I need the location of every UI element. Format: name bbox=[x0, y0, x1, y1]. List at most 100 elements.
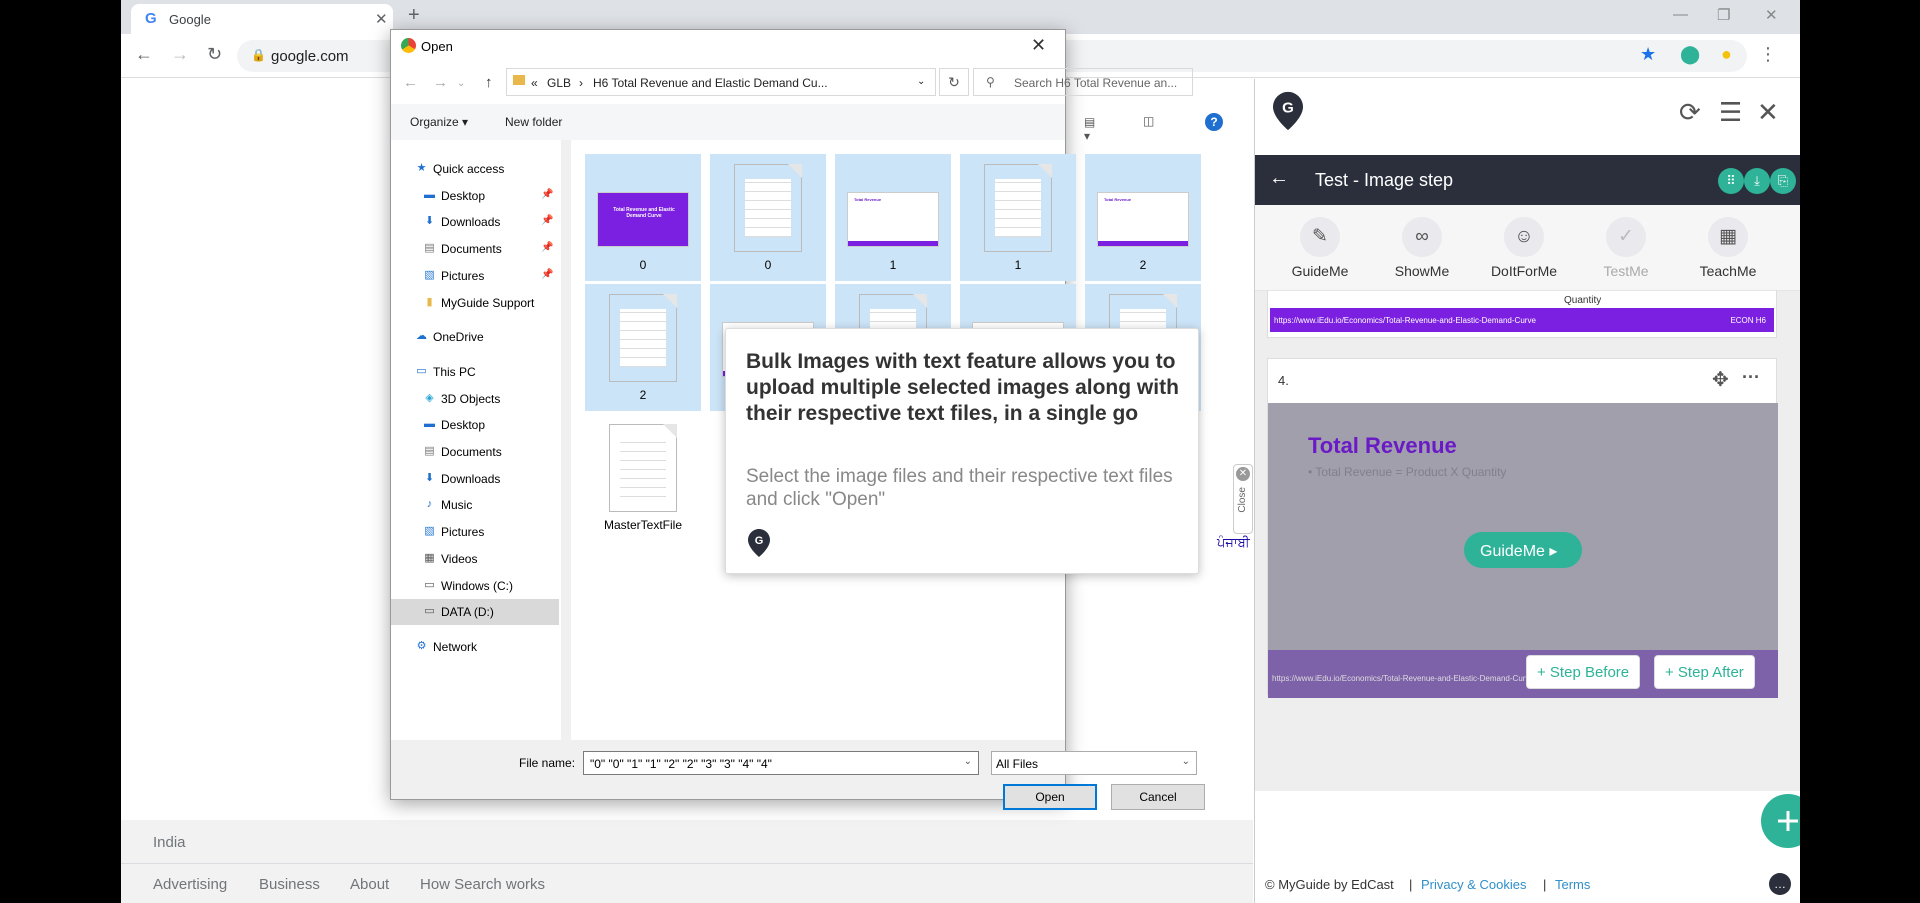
nav-item[interactable]: ★ Quick access bbox=[391, 156, 559, 182]
step-card-4[interactable]: 4. ✥ ··· Total Revenue • Total Revenue =… bbox=[1267, 358, 1778, 698]
chevron-down-icon[interactable]: ⌄ bbox=[917, 76, 925, 87]
browser-tab-google[interactable]: G Google ✕ bbox=[131, 4, 393, 34]
hamburger-menu-icon[interactable]: ☰ bbox=[1719, 97, 1742, 128]
move-icon[interactable]: ✥ bbox=[1712, 367, 1729, 392]
panel-close-icon[interactable]: ✕ bbox=[1757, 97, 1779, 128]
mode-guideme[interactable]: ✎ GuideMe bbox=[1275, 217, 1365, 279]
privacy-link[interactable]: Privacy & Cookies bbox=[1421, 877, 1526, 892]
mode-testme[interactable]: ✓ TestMe bbox=[1581, 217, 1671, 279]
more-options-icon[interactable]: ··· bbox=[1742, 367, 1760, 388]
window-close-icon[interactable]: ✕ bbox=[1765, 6, 1778, 24]
nav-item[interactable]: ▭ DATA (D:) bbox=[391, 599, 559, 626]
file-item[interactable]: Total Revenue 1 bbox=[835, 154, 951, 281]
up-arrow-icon[interactable]: ↑ bbox=[485, 74, 493, 91]
file-item[interactable]: MasterTextFile bbox=[585, 414, 701, 541]
cancel-button[interactable]: Cancel bbox=[1111, 784, 1205, 810]
footer-link-advertising[interactable]: Advertising bbox=[153, 876, 227, 893]
preview-pane-icon[interactable]: ◫ bbox=[1143, 114, 1154, 128]
nav-item[interactable]: ▧ Pictures bbox=[391, 519, 559, 545]
guideme-tooltip-button[interactable]: GuideMe ▸ bbox=[1464, 532, 1582, 568]
lock-icon: 🔒 bbox=[251, 48, 266, 62]
chevron-down-icon[interactable]: ⌄ bbox=[1182, 756, 1190, 767]
view-options-icon[interactable]: ▤ ▾ bbox=[1084, 115, 1095, 143]
nav-item[interactable]: ▮ MyGuide Support bbox=[391, 290, 559, 316]
recent-dropdown-icon[interactable]: ⌄ bbox=[457, 78, 465, 89]
footer-link-how-search-works[interactable]: How Search works bbox=[420, 876, 545, 893]
back-icon[interactable]: ← bbox=[1269, 167, 1289, 190]
close-circle-icon[interactable]: ✕ bbox=[1236, 467, 1250, 481]
mode-teachme[interactable]: ▦ TeachMe bbox=[1683, 217, 1773, 279]
terms-link[interactable]: Terms bbox=[1555, 877, 1590, 892]
nav-item[interactable]: ☁ OneDrive bbox=[391, 324, 559, 350]
menu-dots-icon[interactable]: ⋮ bbox=[1759, 44, 1777, 65]
back-icon[interactable]: ← bbox=[135, 44, 153, 65]
language-link[interactable]: ਪੰਜਾਬੀ bbox=[1217, 535, 1250, 551]
nav-item[interactable]: ⚙ Network bbox=[391, 634, 559, 660]
file-type-select[interactable]: All Files ⌄ bbox=[991, 751, 1197, 775]
pin-icon: 📌 bbox=[541, 188, 554, 200]
chrome-icon bbox=[401, 38, 416, 53]
myguide-extension-icon[interactable]: ⬤ bbox=[1680, 44, 1700, 65]
download-icon[interactable]: ⤓ bbox=[1744, 168, 1770, 194]
mode-label: ShowMe bbox=[1394, 263, 1450, 279]
dialog-close-icon[interactable]: ✕ bbox=[1031, 35, 1046, 56]
nav-item[interactable]: ▧ Pictures 📌 bbox=[391, 263, 559, 289]
search-input[interactable]: ⚲ Search H6 Total Revenue an... bbox=[973, 68, 1193, 96]
open-button[interactable]: Open bbox=[1003, 784, 1097, 810]
organize-button[interactable]: Organize ▾ bbox=[410, 115, 468, 129]
file-item[interactable]: 0 bbox=[710, 154, 826, 281]
nav-item[interactable]: ◈ 3D Objects bbox=[391, 386, 559, 412]
nav-item[interactable]: ▬ Desktop bbox=[391, 412, 559, 438]
export-icon[interactable]: ⎘ bbox=[1770, 168, 1796, 194]
mode-showme[interactable]: ∞ ShowMe bbox=[1377, 217, 1467, 279]
nav-item[interactable]: ♪ Music bbox=[391, 492, 559, 518]
nav-item[interactable]: ▤ Documents 📌 bbox=[391, 236, 559, 262]
nav-item-label: Desktop bbox=[441, 418, 486, 433]
close-side-tab[interactable]: ✕ Close bbox=[1233, 464, 1253, 534]
nav-item[interactable]: ▤ Documents bbox=[391, 439, 559, 465]
file-item[interactable]: 1 bbox=[960, 154, 1076, 281]
reload-icon[interactable]: ↻ bbox=[207, 44, 222, 65]
file-item[interactable]: Total Revenue 2 bbox=[1085, 154, 1201, 281]
breadcrumb-overflow[interactable]: « bbox=[531, 76, 538, 90]
nav-item[interactable]: ▦ Videos bbox=[391, 546, 559, 572]
forward-arrow-icon[interactable]: → bbox=[433, 74, 448, 91]
step-before-button[interactable]: + Step Before bbox=[1526, 655, 1641, 689]
chevron-down-icon[interactable]: ⌄ bbox=[964, 756, 972, 767]
chat-icon[interactable]: … bbox=[1769, 873, 1791, 895]
refresh-button[interactable]: ↻ bbox=[939, 68, 969, 96]
footer-link-about[interactable]: About bbox=[350, 876, 389, 893]
restore-icon[interactable]: ❐ bbox=[1717, 6, 1730, 24]
back-arrow-icon[interactable]: ← bbox=[403, 74, 418, 91]
grid-icon[interactable]: ⠿ bbox=[1718, 168, 1744, 194]
add-step-button[interactable] bbox=[1761, 794, 1800, 848]
file-name-input[interactable]: "0" "0" "1" "1" "2" "2" "3" "3" "4" "4" … bbox=[583, 751, 979, 775]
star-icon: ★ bbox=[416, 162, 427, 174]
folder-icon bbox=[513, 75, 525, 85]
bookmark-star-icon[interactable]: ★ bbox=[1640, 44, 1656, 65]
breadcrumb-glb[interactable]: GLB bbox=[547, 76, 571, 90]
file-item[interactable]: 2 bbox=[585, 284, 701, 411]
breadcrumb[interactable]: « GLB › H6 Total Revenue and Elastic Dem… bbox=[506, 68, 936, 96]
teach-icon: ▦ bbox=[1708, 217, 1748, 257]
new-folder-button[interactable]: New folder bbox=[505, 115, 562, 129]
sync-icon[interactable]: ⟳ bbox=[1679, 97, 1701, 128]
file-item[interactable]: Total Revenue and Elastic Demand Curve 0 bbox=[585, 154, 701, 281]
nav-item[interactable]: ▬ Desktop 📌 bbox=[391, 183, 559, 209]
nav-item[interactable]: ▭ Windows (C:) bbox=[391, 573, 559, 599]
breadcrumb-current[interactable]: H6 Total Revenue and Elastic Demand Cu..… bbox=[593, 76, 828, 90]
close-tab-icon[interactable]: ✕ bbox=[375, 10, 388, 28]
help-icon[interactable]: ? bbox=[1205, 113, 1223, 131]
new-tab-button[interactable]: + bbox=[408, 4, 420, 27]
breadcrumb-sep: › bbox=[579, 76, 583, 90]
profile-avatar-icon[interactable]: ● bbox=[1721, 44, 1732, 65]
mode-doitforme[interactable]: ☺ DoItForMe bbox=[1479, 217, 1569, 279]
footer-link-business[interactable]: Business bbox=[259, 876, 320, 893]
nav-item[interactable]: ▭ This PC bbox=[391, 359, 559, 385]
nav-item[interactable]: ⬇ Downloads 📌 bbox=[391, 209, 559, 235]
nav-item[interactable]: ⬇ Downloads bbox=[391, 466, 559, 492]
step-card-3[interactable]: Quantity https://www.iEdu.io/Economics/T… bbox=[1267, 291, 1777, 338]
step-after-button[interactable]: + Step After bbox=[1654, 655, 1755, 689]
minimize-icon[interactable]: — bbox=[1673, 6, 1688, 23]
forward-icon[interactable]: → bbox=[171, 44, 189, 65]
